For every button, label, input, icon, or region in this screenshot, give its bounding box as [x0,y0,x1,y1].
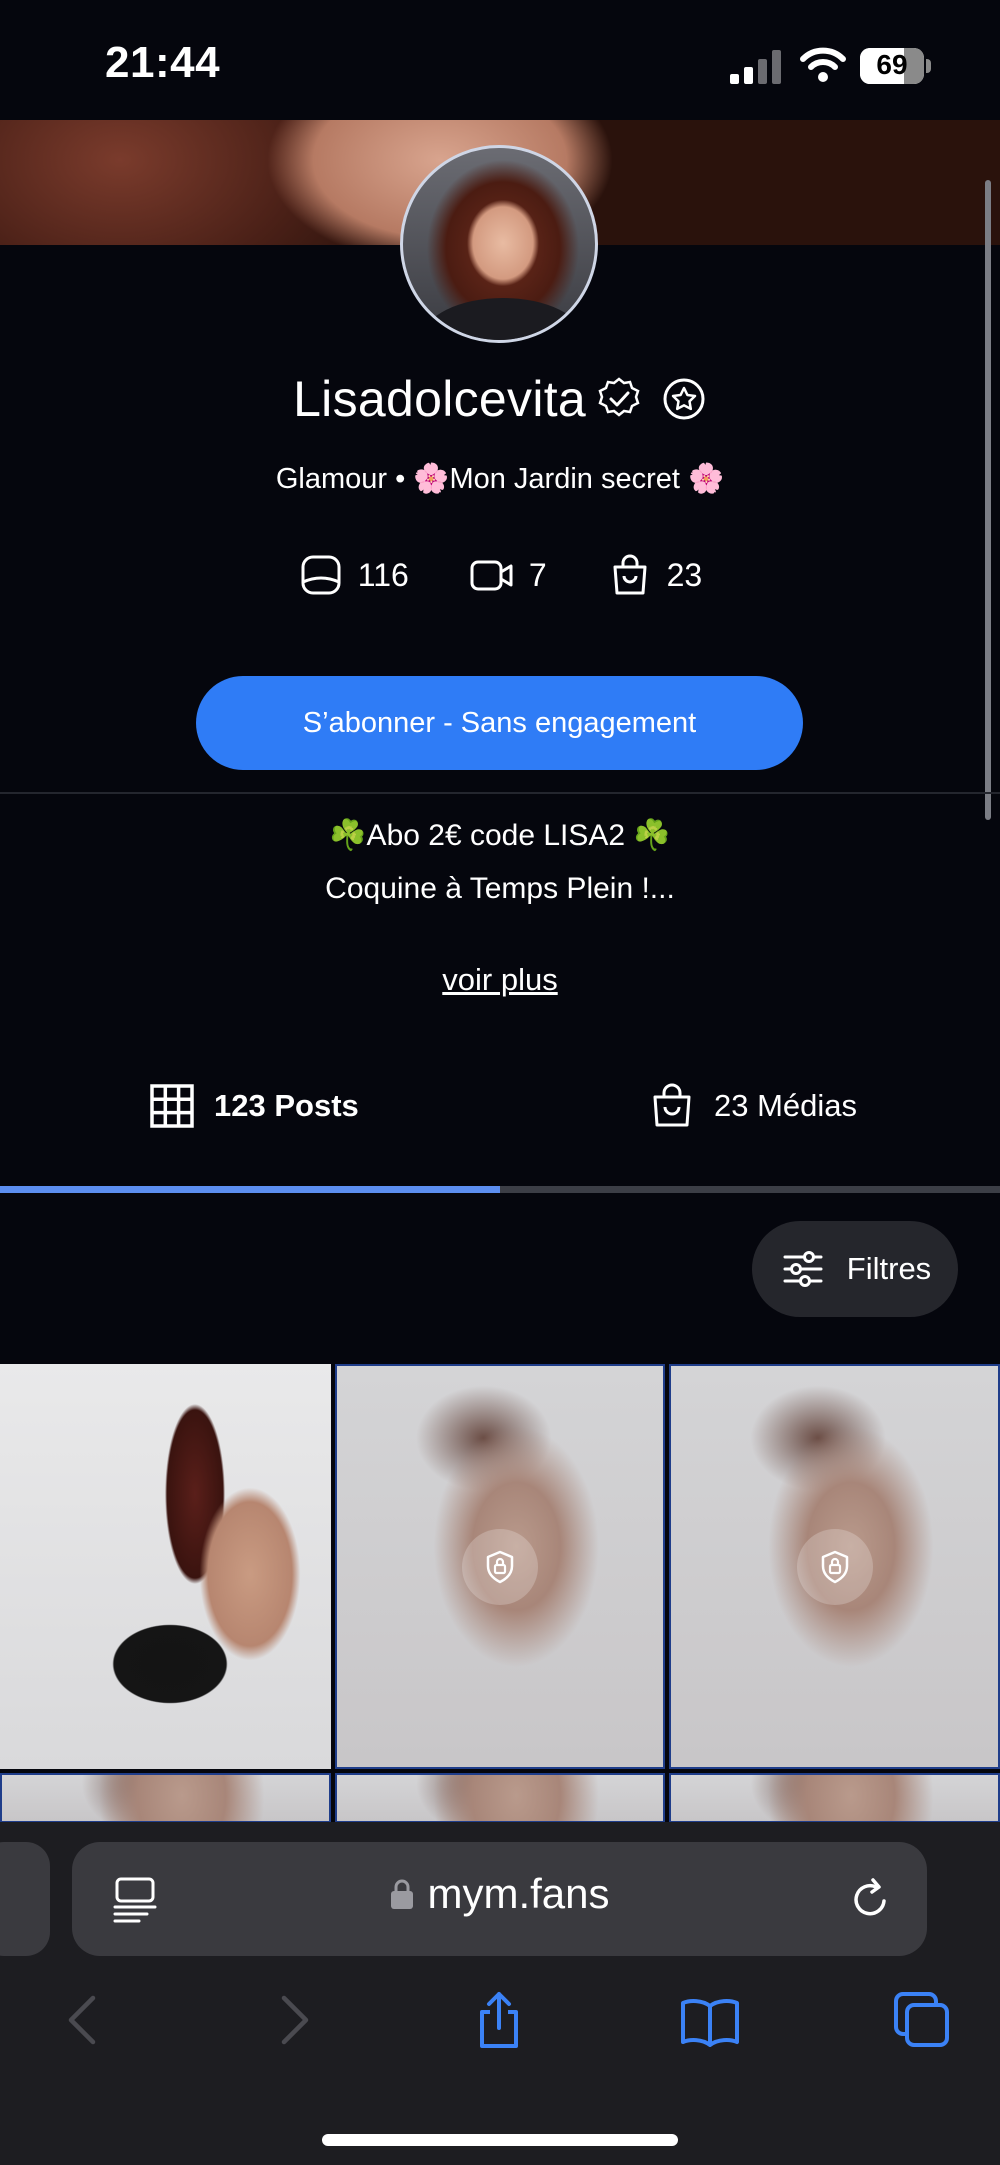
cellular-signal-icon [730,50,781,84]
sliders-icon [783,1251,823,1287]
tab-posts[interactable]: 123 Posts [148,1082,359,1130]
battery-percent: 69 [876,49,908,80]
lock-shield-icon [821,1550,848,1583]
tab-posts-label: 123 Posts [214,1088,359,1123]
grid-icon [150,1084,194,1128]
photo-icon [301,555,341,595]
locked-post-thumbnail[interactable] [669,1773,1000,1823]
profile-name-row: Lisadolcevita [0,370,1000,428]
see-more-link[interactable]: voir plus [0,962,1000,998]
locked-post-thumbnail[interactable] [335,1364,665,1769]
verified-badge-icon [598,377,641,417]
locked-badge [796,1528,873,1605]
url-text: mym.fans [427,1870,610,1917]
avatar[interactable] [400,145,598,343]
bio-line-1: ☘️Abo 2€ code LISA2 ☘️ [329,819,671,852]
video-camera-icon [470,560,513,591]
post-thumbnail[interactable] [0,1364,331,1769]
stat-medias-count: 23 [666,556,703,593]
shopping-bag-icon [613,554,647,595]
filters-button[interactable]: Filtres [752,1221,958,1317]
locked-post-thumbnail[interactable] [669,1364,1000,1769]
bio-line-2: Coquine à Temps Plein !... [325,872,675,905]
subscribe-button[interactable]: S’abonner - Sans engagement [196,676,803,770]
scrollbar[interactable] [985,180,991,820]
tab-active-indicator [0,1186,500,1193]
locked-badge [462,1528,538,1605]
tab-medias-label: 23 Médias [714,1088,858,1123]
star-badge-icon [663,378,705,420]
filters-label: Filtres [846,1251,932,1286]
locked-post-thumbnail[interactable] [0,1773,331,1823]
profile-username: Lisadolcevita [293,371,587,427]
divider [0,792,1000,794]
battery-indicator: 69 [860,48,932,84]
stat-photos: 116 [298,552,409,598]
lock-icon [391,1879,414,1909]
previous-tab-preview[interactable] [0,1842,50,1956]
back-button[interactable] [55,1990,115,2050]
profile-stats: 116 7 23 [0,552,1000,598]
share-button[interactable] [469,1990,529,2050]
stat-photos-count: 116 [357,556,409,593]
status-time: 21:44 [105,38,221,87]
lock-shield-icon [486,1550,514,1583]
home-indicator [322,2134,678,2146]
reload-icon[interactable] [846,1875,894,1923]
stat-videos-count: 7 [528,556,547,593]
forward-button[interactable] [262,1990,322,2050]
stat-medias: 23 [607,552,703,598]
tabs-button[interactable] [892,1990,952,2050]
stat-videos: 7 [469,552,547,598]
url-display[interactable]: mym.fans [72,1870,927,1918]
bookmarks-button[interactable] [680,1990,740,2050]
locked-post-thumbnail[interactable] [335,1773,665,1823]
wifi-icon [800,47,846,82]
profile-subtitle: Glamour • 🌸Mon Jardin secret 🌸 [275,463,725,495]
tab-medias[interactable]: 23 Médias [648,1082,857,1130]
shopping-bag-icon [653,1083,691,1127]
